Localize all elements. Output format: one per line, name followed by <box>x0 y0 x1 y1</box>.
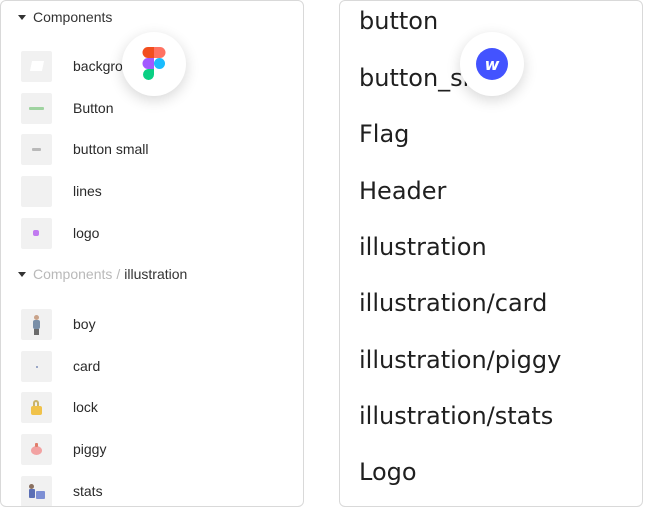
component-label: stats <box>73 483 103 499</box>
lines-thumbnail-icon <box>21 175 52 207</box>
symbol-item[interactable]: illustration/stats <box>359 402 553 430</box>
component-label: backgro <box>73 58 123 74</box>
section-separator: / <box>116 266 121 282</box>
component-item-card[interactable]: card <box>21 350 100 382</box>
component-item-button-small[interactable]: button small <box>21 133 148 165</box>
caret-down-icon <box>18 271 26 277</box>
component-item-lock[interactable]: lock <box>21 391 98 423</box>
caret-down-icon <box>18 14 26 20</box>
symbol-item[interactable]: button <box>359 7 438 35</box>
section-child: illustration <box>124 266 188 282</box>
component-item-button[interactable]: Button <box>21 92 113 124</box>
component-item-logo[interactable]: logo <box>21 217 99 249</box>
component-label: card <box>73 358 101 374</box>
component-label: button small <box>73 141 149 157</box>
background-thumbnail-icon <box>21 50 52 82</box>
symbol-item[interactable]: illustration <box>359 233 487 261</box>
component-label: lines <box>73 183 102 199</box>
components-section-header[interactable]: Components <box>18 7 112 27</box>
component-label: boy <box>73 316 96 332</box>
symbol-item[interactable]: illustration/card <box>359 289 547 317</box>
symbol-item[interactable]: Header <box>359 177 446 205</box>
component-item-boy[interactable]: boy <box>21 308 96 340</box>
stats-thumbnail-icon <box>21 475 52 506</box>
piggy-thumbnail-icon <box>21 433 52 465</box>
component-item-lines[interactable]: lines <box>21 175 102 207</box>
component-item-background[interactable]: backgro <box>21 50 123 82</box>
symbol-item[interactable]: Flag <box>359 120 409 148</box>
button-thumbnail-icon <box>21 92 52 124</box>
lock-thumbnail-icon <box>21 391 52 423</box>
symbol-item[interactable]: illustration/piggy <box>359 346 561 374</box>
section-parent: Components <box>33 266 113 282</box>
logo-thumbnail-icon <box>21 217 52 249</box>
symbol-item[interactable]: Logo <box>359 458 417 486</box>
component-label: Button <box>73 100 114 116</box>
section-title: Components <box>33 9 113 25</box>
boy-thumbnail-icon <box>21 308 52 340</box>
button-small-thumbnail-icon <box>21 133 52 165</box>
component-item-stats[interactable]: stats <box>21 475 103 506</box>
component-label: lock <box>73 399 98 415</box>
figma-badge <box>122 32 186 96</box>
illustration-section-header[interactable]: Components / illustration <box>18 264 187 284</box>
figma-logo-icon <box>142 47 166 80</box>
webflow-logo-icon: w <box>476 48 508 80</box>
component-label: piggy <box>73 441 107 457</box>
card-thumbnail-icon <box>21 350 52 382</box>
component-item-piggy[interactable]: piggy <box>21 433 106 465</box>
component-label: logo <box>73 225 100 241</box>
webflow-letter: w <box>484 54 500 74</box>
webflow-badge: w <box>460 32 524 96</box>
